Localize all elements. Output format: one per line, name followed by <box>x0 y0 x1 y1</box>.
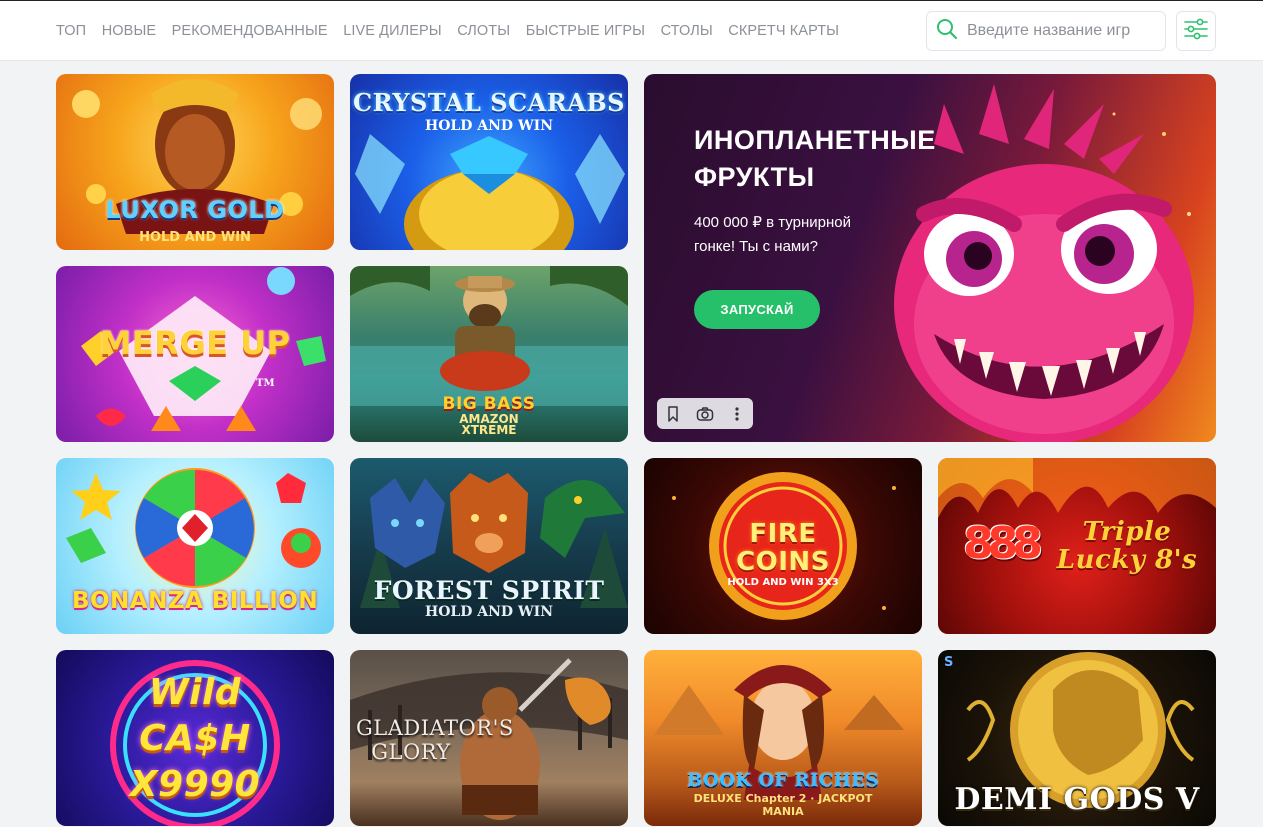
game-subtitle: HOLD AND WIN <box>139 230 251 245</box>
game-title: DEMI GODS V <box>954 782 1200 817</box>
camera-icon[interactable] <box>689 398 721 429</box>
svg-text:S: S <box>944 655 953 670</box>
game-title: GLADIATOR'S GLORY <box>356 716 514 764</box>
bookmark-icon[interactable] <box>657 398 689 429</box>
game-tile-luxor-gold[interactable]: LUXOR GOLD HOLD AND WIN <box>56 74 334 250</box>
nav-item-live-dealers[interactable]: LIVE ДИЛЕРЫ <box>343 23 442 39</box>
nav-item-slots[interactable]: СЛОТЫ <box>457 23 510 39</box>
game-subtitle: 888 <box>963 518 1043 569</box>
game-title: Wild CA$H X9990 <box>129 672 261 805</box>
game-title: BOOK OF RICHES <box>687 770 879 791</box>
category-nav: ТОП НОВЫЕ РЕКОМЕНДОВАННЫЕ LIVE ДИЛЕРЫ СЛ… <box>56 1 855 61</box>
sliders-icon <box>1183 17 1209 46</box>
game-subtitle: AMAZON XTREME <box>459 412 519 437</box>
game-tile-crystal-scarabs[interactable]: CRYSTAL SCARABS HOLD AND WIN <box>350 74 628 250</box>
game-tile-gladiators-glory[interactable]: GLADIATOR'S GLORY <box>350 650 628 826</box>
filter-button[interactable] <box>1176 11 1216 51</box>
banner-description: 400 000 ₽ в турнирной гонке! Ты с нами? <box>694 214 851 255</box>
game-title: Triple Lucky 8's <box>1056 517 1198 575</box>
game-tile-wild-cash[interactable]: Wild CA$H X9990 <box>56 650 334 826</box>
nav-item-top[interactable]: ТОП <box>56 23 86 39</box>
game-title: FOREST SPIRIT <box>373 576 605 605</box>
top-bar: ТОП НОВЫЕ РЕКОМЕНДОВАННЫЕ LIVE ДИЛЕРЫ СЛ… <box>0 0 1263 61</box>
search-icon <box>935 17 959 46</box>
promo-banner[interactable]: ИНОПЛАНЕТНЫЕ ФРУКТЫ 400 000 ₽ в турнирно… <box>644 74 1216 442</box>
game-title: BIG BASS <box>442 394 536 414</box>
game-title: LUXOR GOLD <box>105 196 285 224</box>
nav-item-scratch-cards[interactable]: СКРЕТЧ КАРТЫ <box>728 23 839 39</box>
game-tile-bonanza-billion[interactable]: BONANZA BILLION <box>56 458 334 634</box>
nav-item-recommended[interactable]: РЕКОМЕНДОВАННЫЕ <box>172 23 328 39</box>
nav-item-fast-games[interactable]: БЫСТРЫЕ ИГРЫ <box>526 23 645 39</box>
game-tile-big-bass-amazon-xtreme[interactable]: BIG BASS AMAZON XTREME <box>350 266 628 442</box>
game-title: FIRE COINS <box>736 519 830 577</box>
game-title: MERGE UP <box>99 324 291 362</box>
nav-item-tables[interactable]: СТОЛЫ <box>661 23 713 39</box>
search-input[interactable] <box>967 22 1157 40</box>
game-tile-triple-lucky-8s[interactable]: Triple Lucky 8's 888 <box>938 458 1216 634</box>
banner-title: ИНОПЛАНЕТНЫЕ ФРУКТЫ <box>694 125 936 192</box>
game-title: BONANZA BILLION <box>71 588 319 614</box>
search-box[interactable] <box>926 11 1166 51</box>
game-tile-forest-spirit[interactable]: FOREST SPIRIT HOLD AND WIN <box>350 458 628 634</box>
game-subtitle: TM <box>256 378 275 389</box>
game-title: CRYSTAL SCARABS <box>353 88 625 117</box>
launch-button[interactable]: ЗАПУСКАЙ <box>694 290 820 329</box>
game-subtitle: HOLD AND WIN <box>424 604 554 620</box>
game-tile-demi-gods-v[interactable]: S DEMI GODS V <box>938 650 1216 826</box>
banner-toolbar <box>657 398 753 429</box>
game-tile-merge-up[interactable]: MERGE UP TM <box>56 266 334 442</box>
more-vertical-icon[interactable] <box>721 398 753 429</box>
nav-item-new[interactable]: НОВЫЕ <box>102 23 156 39</box>
game-tile-book-of-riches[interactable]: BOOK OF RICHES DELUXE Chapter 2 · JACKPO… <box>644 650 922 826</box>
game-subtitle: HOLD AND WIN 3X3 <box>727 577 839 588</box>
game-subtitle: HOLD AND WIN <box>424 118 554 134</box>
game-tile-fire-coins[interactable]: FIRE COINS HOLD AND WIN 3X3 <box>644 458 922 634</box>
game-subtitle: DELUXE Chapter 2 · JACKPOT MANIA <box>693 792 873 818</box>
